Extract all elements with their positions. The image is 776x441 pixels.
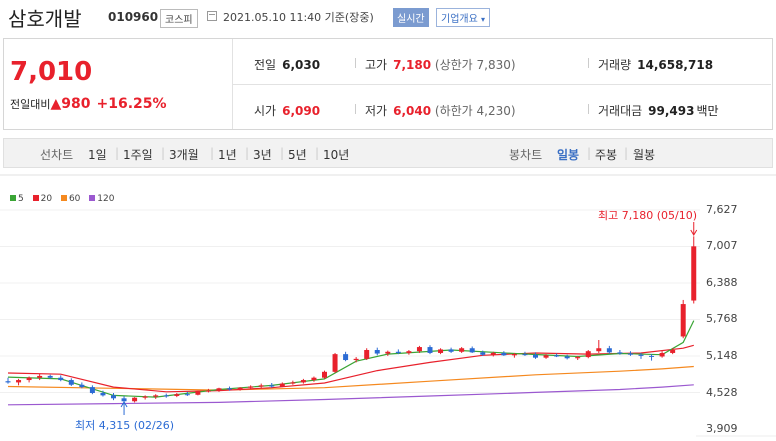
candle-body — [490, 352, 496, 355]
candle-body — [37, 375, 43, 378]
candle-body — [16, 380, 22, 383]
candle-body — [195, 391, 201, 395]
candle-body — [374, 350, 380, 354]
candle-body — [406, 351, 412, 353]
candle-body — [132, 397, 138, 402]
candle-body — [659, 352, 665, 357]
candle-body — [142, 396, 148, 398]
candle-body — [26, 377, 32, 381]
candle-body — [5, 381, 11, 383]
candle-body — [395, 351, 401, 353]
candle-body — [385, 351, 391, 354]
candle-body — [332, 354, 338, 372]
candle-body — [691, 246, 697, 301]
candle-body — [205, 390, 211, 392]
candle-body — [543, 355, 549, 358]
candle-body — [480, 352, 486, 355]
candle-body — [237, 387, 243, 390]
candle-body — [522, 354, 528, 356]
candle-body — [638, 354, 644, 356]
candle-body — [121, 398, 127, 402]
candle-body — [68, 380, 74, 385]
candle-body — [163, 395, 169, 397]
candle-body — [585, 351, 591, 358]
candle-body — [416, 347, 422, 352]
candle-body — [174, 394, 180, 396]
candle-body — [438, 349, 444, 353]
candle-body — [606, 348, 612, 353]
candle-body — [153, 395, 159, 397]
candle-body — [311, 377, 317, 381]
candle-body — [353, 358, 359, 361]
candle-body — [627, 353, 633, 355]
candle-body — [216, 388, 222, 391]
candle-body — [322, 371, 327, 378]
candle-body — [596, 348, 602, 352]
candle-body — [300, 380, 306, 383]
candle-body — [79, 384, 85, 388]
candle-body — [58, 377, 64, 381]
candle-body — [617, 352, 623, 354]
candle-body — [248, 386, 254, 388]
candle-body — [564, 356, 570, 359]
candle-body — [680, 304, 686, 337]
candle-body — [554, 355, 560, 357]
candle-body — [511, 354, 517, 356]
candle-body — [290, 382, 296, 384]
candle-body — [343, 354, 349, 361]
candle-body — [364, 350, 370, 359]
candle-body — [501, 352, 507, 356]
candle-body — [89, 387, 95, 394]
candle-body — [670, 350, 676, 353]
candle-body — [111, 395, 116, 399]
candle-body — [459, 348, 465, 352]
candle-body — [649, 355, 655, 357]
candle-body — [427, 347, 433, 353]
candle-body — [100, 393, 106, 396]
price-chart — [0, 174, 776, 437]
candle-body — [184, 394, 190, 396]
candle-body — [533, 354, 538, 358]
candle-body — [469, 348, 475, 353]
ma-20-line — [7, 344, 694, 393]
candle-body — [258, 385, 264, 387]
candle-body — [575, 357, 581, 359]
candle-body — [279, 383, 285, 387]
candle-body — [47, 375, 53, 378]
candle-body — [269, 385, 275, 387]
candle-body — [448, 349, 454, 352]
candle-body — [227, 388, 233, 390]
